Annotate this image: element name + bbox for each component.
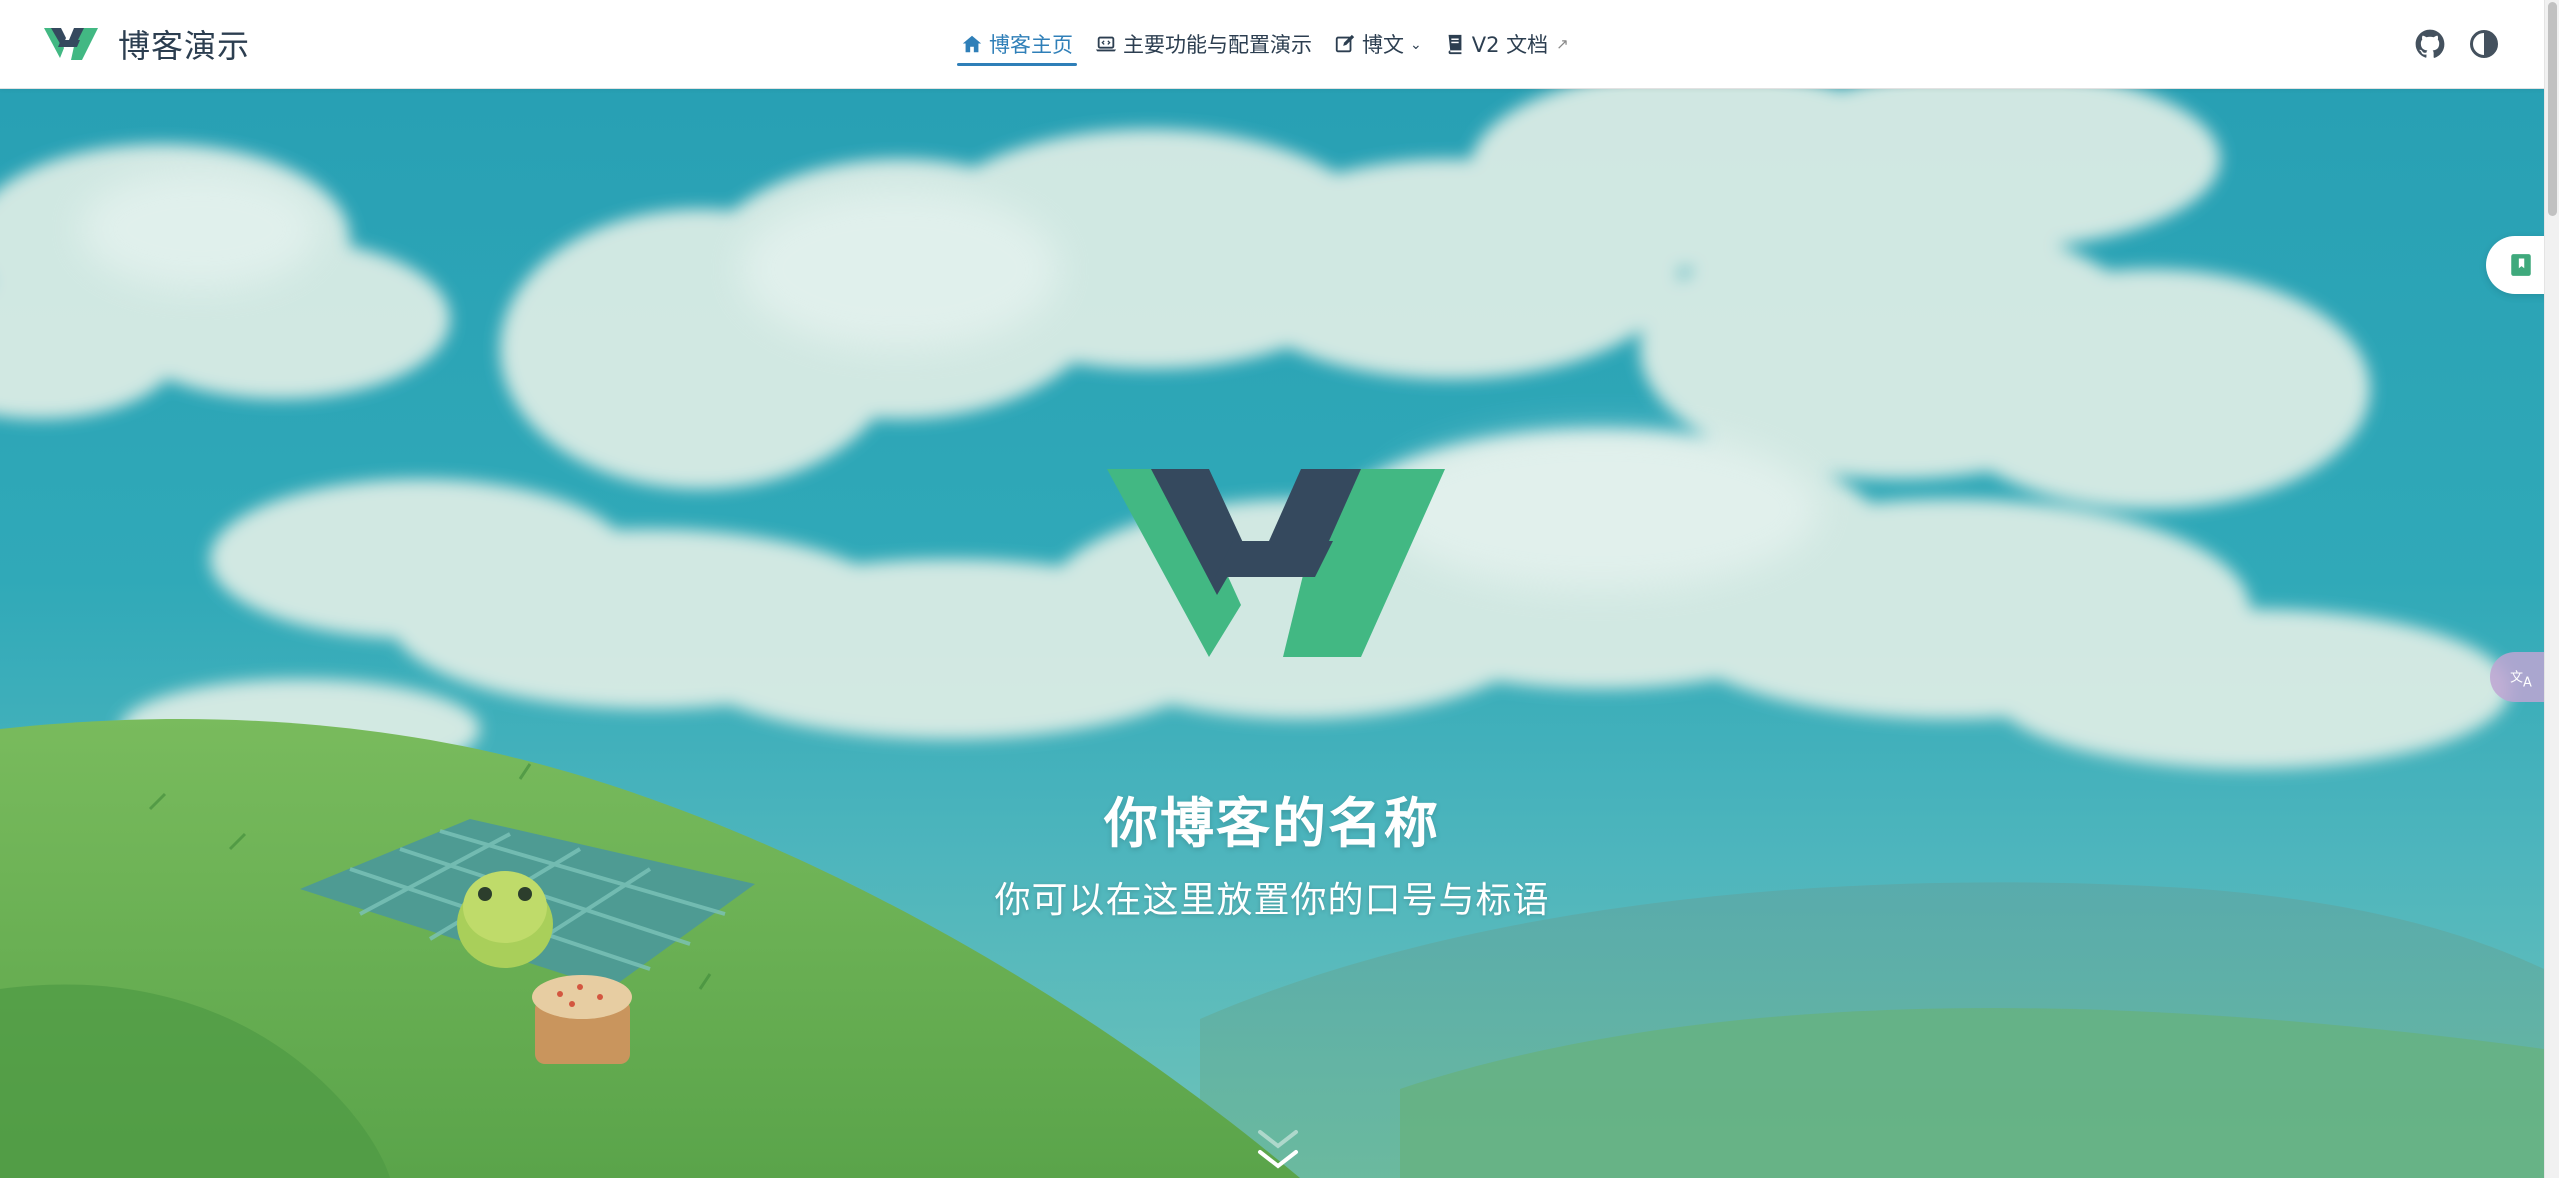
theme-toggle-icon bbox=[2470, 30, 2498, 58]
nav-item-label: 博文 bbox=[1362, 33, 1404, 57]
laptop-code-icon bbox=[1095, 36, 1117, 52]
nav-item-label: V2 文档 bbox=[1471, 33, 1549, 57]
hero-section: 你博客的名称 你可以在这里放置你的口号与标语 bbox=[0, 89, 2544, 1178]
site-logo bbox=[44, 28, 98, 60]
main-nav: 博客主页 主要功能与配置演示 博文 ⌄ V2 文档 ↗ bbox=[955, 0, 1585, 88]
hero-title: 你博客的名称 bbox=[1104, 792, 1440, 855]
external-link-icon: ↗ bbox=[1556, 35, 1569, 53]
brand-link[interactable]: 博客演示 bbox=[44, 22, 250, 66]
navbar: 博客演示 博客主页 主要功能与配置演示 博文 ⌄ V2 文档 ↗ bbox=[0, 0, 2544, 89]
chevron-down-icon: ⌄ bbox=[1410, 37, 1422, 53]
hero-logo bbox=[1107, 469, 1445, 657]
svg-text:A: A bbox=[2523, 676, 2532, 689]
nav-item-home[interactable]: 博客主页 bbox=[955, 0, 1079, 88]
github-link[interactable] bbox=[2414, 28, 2446, 60]
nav-item-label: 主要功能与配置演示 bbox=[1123, 33, 1312, 57]
nav-right-actions bbox=[2392, 0, 2500, 88]
page: 博客演示 博客主页 主要功能与配置演示 博文 ⌄ V2 文档 ↗ 你博客的名称 … bbox=[0, 0, 2559, 1178]
page-scrollbar[interactable] bbox=[2544, 0, 2559, 1178]
nav-item-v2-docs[interactable]: V2 文档 ↗ bbox=[1438, 0, 1575, 88]
scroll-down-icon[interactable] bbox=[1254, 1124, 1302, 1174]
edit-icon bbox=[1335, 34, 1355, 53]
site-title: 博客演示 bbox=[118, 27, 251, 65]
svg-text:文: 文 bbox=[2510, 670, 2523, 685]
scrollbar-thumb[interactable] bbox=[2548, 2, 2557, 216]
nav-item-features[interactable]: 主要功能与配置演示 bbox=[1089, 0, 1318, 88]
home-icon bbox=[962, 35, 982, 53]
book-icon bbox=[1448, 34, 1462, 55]
translate-icon: 文 A bbox=[2510, 670, 2532, 689]
bookmark-icon bbox=[2511, 254, 2531, 276]
theme-toggle-button[interactable] bbox=[2468, 28, 2500, 60]
hero-description: 你可以在这里放置你的口号与标语 bbox=[994, 880, 1550, 921]
github-icon bbox=[2415, 29, 2445, 58]
nav-item-label: 博客主页 bbox=[989, 33, 1073, 57]
nav-item-posts[interactable]: 博文 ⌄ bbox=[1328, 0, 1428, 88]
